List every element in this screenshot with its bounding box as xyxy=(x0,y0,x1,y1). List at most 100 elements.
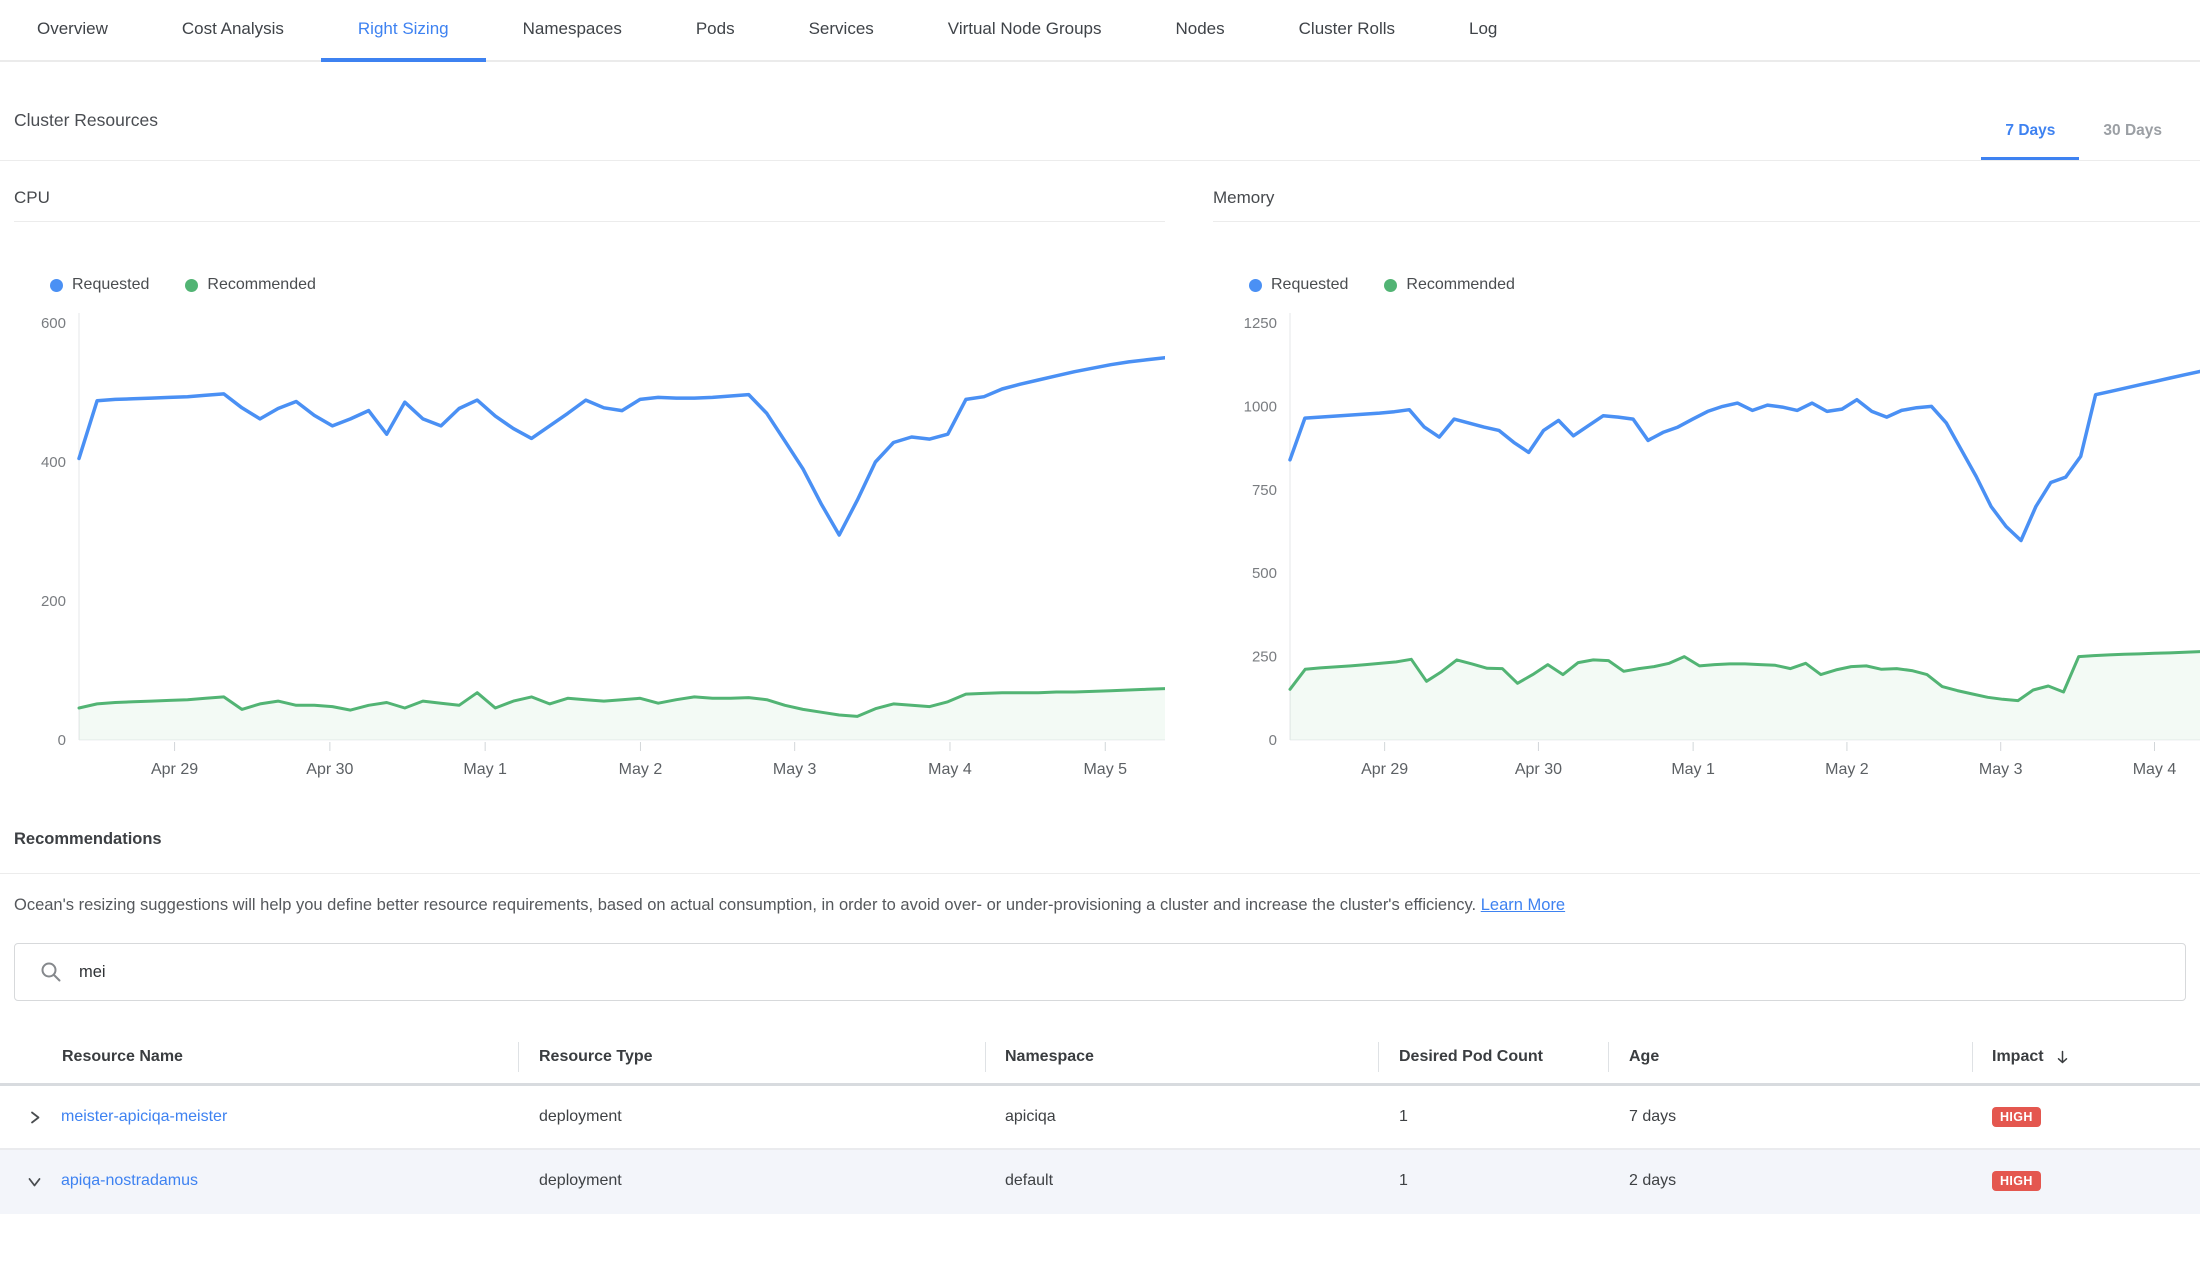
table-row: apiqa-nostradamus deploymentdefault12 day… xyxy=(0,1150,2200,1214)
range-tab-30-days[interactable]: 30 Days xyxy=(2079,104,2186,160)
svg-text:400: 400 xyxy=(41,454,66,471)
svg-text:600: 600 xyxy=(41,315,66,332)
sort-desc-arrow-icon[interactable] xyxy=(2054,1049,2071,1066)
impact-badge: HIGH xyxy=(1992,1171,2041,1192)
recommendations-header: Recommendations xyxy=(0,830,2200,874)
svg-text:May 4: May 4 xyxy=(928,761,972,778)
svg-text:May 5: May 5 xyxy=(1083,761,1127,778)
svg-text:Apr 30: Apr 30 xyxy=(306,761,353,778)
legend-label: Requested xyxy=(72,276,149,294)
tab-namespaces[interactable]: Namespaces xyxy=(486,0,659,62)
cell-type: deployment xyxy=(518,1150,985,1212)
column-header-impact[interactable]: Impact xyxy=(1972,1031,2200,1083)
column-header-label: Age xyxy=(1629,1048,1659,1066)
svg-text:Apr 30: Apr 30 xyxy=(1515,761,1562,778)
recommended-dot-icon xyxy=(1384,279,1397,292)
column-header-resource-type[interactable]: Resource Type xyxy=(518,1031,985,1083)
column-header-label: Desired Pod Count xyxy=(1399,1048,1543,1066)
column-header-label: Impact xyxy=(1992,1048,2044,1066)
collapse-chevron-icon[interactable] xyxy=(26,1173,43,1190)
svg-text:May 3: May 3 xyxy=(773,761,817,778)
cell-resource-name: meister-apiciqa-meister xyxy=(0,1086,518,1148)
tab-right-sizing[interactable]: Right Sizing xyxy=(321,0,486,62)
svg-text:May 4: May 4 xyxy=(2133,761,2177,778)
search-input[interactable] xyxy=(77,962,2167,983)
svg-text:1000: 1000 xyxy=(1244,398,1277,415)
recommendations-text: Ocean's resizing suggestions will help y… xyxy=(14,896,1476,914)
legend-recommended[interactable]: Recommended xyxy=(1384,276,1515,294)
svg-text:May 3: May 3 xyxy=(1979,761,2023,778)
section-title: Cluster Resources xyxy=(14,110,158,131)
tab-cluster-rolls[interactable]: Cluster Rolls xyxy=(1262,0,1432,62)
tab-log[interactable]: Log xyxy=(1432,0,1534,62)
learn-more-link[interactable]: Learn More xyxy=(1481,896,1565,914)
cpu-chart-panel: CPU Requested Recommended 600 400 200 0 Apr 2… xyxy=(14,161,1165,778)
table-row: meister-apiciqa-meister deploymentapiciqa… xyxy=(0,1086,2200,1150)
legend-label: Recommended xyxy=(207,276,316,294)
cell-age: 7 days xyxy=(1608,1086,1972,1148)
cell-impact: HIGH xyxy=(1972,1086,2200,1148)
svg-text:0: 0 xyxy=(1269,732,1277,749)
tab-pods[interactable]: Pods xyxy=(659,0,772,62)
svg-text:May 2: May 2 xyxy=(1825,761,1869,778)
column-header-label: Namespace xyxy=(1005,1048,1094,1066)
impact-badge: HIGH xyxy=(1992,1107,2041,1128)
column-header-label: Resource Type xyxy=(539,1048,653,1066)
memory-chart: 1250 1000 750 500 250 0 Apr 29 Apr 30 May 1 May 2… xyxy=(1213,298,2200,778)
svg-text:1250: 1250 xyxy=(1244,315,1277,332)
tab-overview[interactable]: Overview xyxy=(0,0,145,62)
recommendations-description: Ocean's resizing suggestions will help y… xyxy=(14,894,2186,917)
svg-text:May 2: May 2 xyxy=(619,761,663,778)
memory-chart-legend: Requested Recommended xyxy=(1249,276,2200,294)
cluster-resources-header: Cluster Resources 7 Days30 Days xyxy=(0,62,2200,161)
expand-chevron-icon[interactable] xyxy=(26,1109,43,1126)
column-header-label: Resource Name xyxy=(62,1048,183,1066)
legend-label: Recommended xyxy=(1406,276,1515,294)
svg-text:0: 0 xyxy=(58,732,66,749)
svg-text:Apr 29: Apr 29 xyxy=(1361,761,1408,778)
range-tab-7-days[interactable]: 7 Days xyxy=(1981,104,2079,160)
cell-age: 2 days xyxy=(1608,1150,1972,1212)
recommendations-table: Resource Name Resource Type Namespace Desir… xyxy=(0,1031,2200,1214)
svg-text:500: 500 xyxy=(1252,565,1277,582)
recommendations-title: Recommendations xyxy=(14,830,162,848)
cell-pods: 1 xyxy=(1378,1150,1608,1212)
cell-impact: HIGH xyxy=(1972,1150,2200,1212)
requested-dot-icon xyxy=(50,279,63,292)
cell-type: deployment xyxy=(518,1086,985,1148)
tab-virtual-node-groups[interactable]: Virtual Node Groups xyxy=(911,0,1139,62)
svg-text:May 1: May 1 xyxy=(1671,761,1715,778)
svg-text:750: 750 xyxy=(1252,482,1277,499)
column-header-age[interactable]: Age xyxy=(1608,1031,1972,1083)
cpu-chart-title: CPU xyxy=(14,161,1165,222)
cell-namespace: default xyxy=(985,1150,1378,1212)
svg-text:250: 250 xyxy=(1252,649,1277,666)
column-header-desired-pod-count[interactable]: Desired Pod Count xyxy=(1378,1031,1608,1083)
table-header: Resource Name Resource Type Namespace Desir… xyxy=(0,1031,2200,1086)
requested-dot-icon xyxy=(1249,279,1262,292)
search-box[interactable] xyxy=(14,943,2186,1001)
tab-services[interactable]: Services xyxy=(772,0,911,62)
top-nav: OverviewCost AnalysisRight SizingNamespa… xyxy=(0,0,2200,62)
resource-name-link[interactable]: apiqa-nostradamus xyxy=(61,1172,198,1190)
svg-text:200: 200 xyxy=(41,593,66,610)
cell-resource-name: apiqa-nostradamus xyxy=(0,1150,518,1212)
column-header-namespace[interactable]: Namespace xyxy=(985,1031,1378,1083)
tab-cost-analysis[interactable]: Cost Analysis xyxy=(145,0,321,62)
legend-requested[interactable]: Requested xyxy=(1249,276,1348,294)
cpu-chart: 6004002000Apr 29Apr 30May 1May 2May 3May… xyxy=(14,298,1165,778)
charts-row: CPU Requested Recommended 600 400 200 0 Apr 2… xyxy=(0,161,2200,778)
time-range-toggle: 7 Days30 Days xyxy=(1981,104,2186,160)
recommended-dot-icon xyxy=(185,279,198,292)
tab-nodes[interactable]: Nodes xyxy=(1139,0,1262,62)
cell-namespace: apiciqa xyxy=(985,1086,1378,1148)
svg-text:Apr 29: Apr 29 xyxy=(151,761,198,778)
legend-label: Requested xyxy=(1271,276,1348,294)
legend-requested[interactable]: Requested xyxy=(50,276,149,294)
search-icon xyxy=(39,960,63,984)
legend-recommended[interactable]: Recommended xyxy=(185,276,316,294)
resource-name-link[interactable]: meister-apiciqa-meister xyxy=(61,1108,227,1126)
column-header-resource-name[interactable]: Resource Name xyxy=(0,1031,518,1083)
cell-pods: 1 xyxy=(1378,1086,1608,1148)
memory-chart-title: Memory xyxy=(1213,161,2200,222)
